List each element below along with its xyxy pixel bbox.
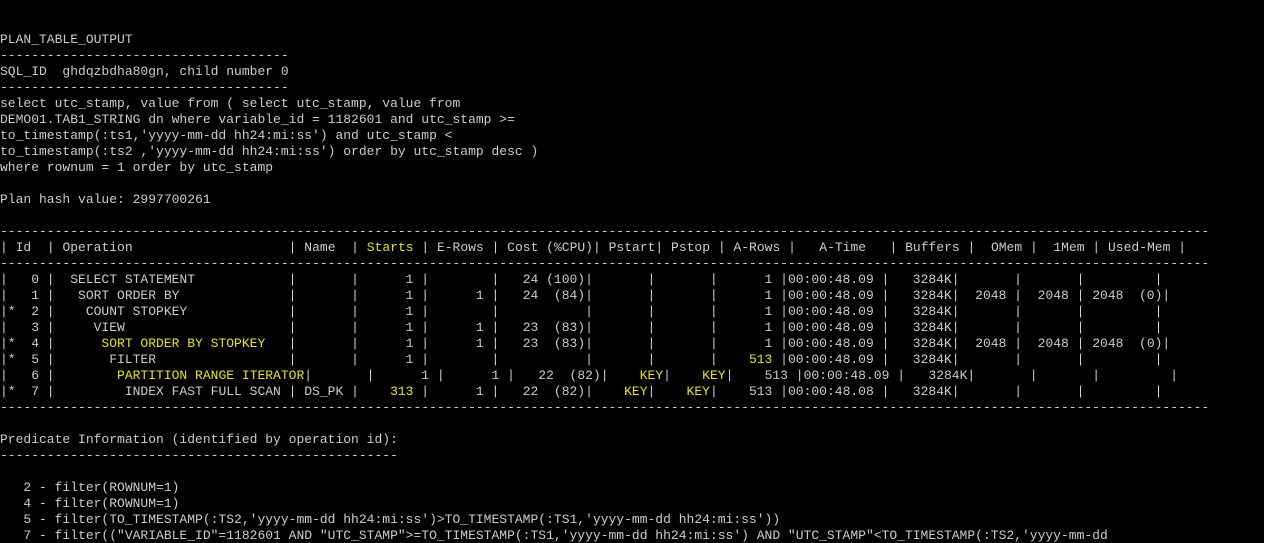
op-cell: COUNT STOPKEY [70,304,288,319]
starts-cell: 1 [382,368,429,383]
pstart-cell: KEY [616,368,663,383]
plan-table-title: PLAN_TABLE_OUTPUT [0,32,133,47]
op-cell: VIEW [70,320,288,335]
col-1mem: 1Mem [1053,240,1084,255]
col-starts: Starts [367,240,414,255]
col-cost: Cost (%CPU) [507,240,593,255]
pstop-cell: KEY [663,384,710,399]
col-operation: Operation [62,240,132,255]
op-cell: SORT ORDER BY [70,288,288,303]
starts-cell: 1 [367,272,414,287]
predicate-line: 2 - filter(ROWNUM=1) [0,480,179,495]
op-cell: INDEX FAST FULL SCAN [70,384,288,399]
arows-cell: 513 [726,352,773,367]
col-omem: OMem [991,240,1022,255]
table-border: ----------------------------------------… [0,256,1209,271]
col-arows: A-Rows [733,240,780,255]
col-name: Name [304,240,335,255]
starts-cell: 1 [367,288,414,303]
table-border: ----------------------------------------… [0,400,1209,415]
predicate-line: 4 - filter(ROWNUM=1) [0,496,179,511]
starts-cell: 313 [367,384,414,399]
terminal-output: PLAN_TABLE_OUTPUT ----------------------… [0,32,1264,543]
sql-text-line: to_timestamp(:ts1,'yyyy-mm-dd hh24:mi:ss… [0,128,452,143]
starts-cell: 1 [367,304,414,319]
sql-text-line: DEMO01.TAB1_STRING dn where variable_id … [0,112,515,127]
pstop-cell: KEY [679,368,726,383]
plan-hash-value: Plan hash value: 2997700261 [0,192,211,207]
predicate-line: 7 - filter(("VARIABLE_ID"=1182601 AND "U… [0,528,1108,543]
separator: ------------------------------------- [0,80,289,95]
col-id: Id [16,240,32,255]
separator: ------------------------------------- [0,48,289,63]
op-cell: SELECT STATEMENT [70,272,288,287]
sql-text-line: select utc_stamp, value from ( select ut… [0,96,460,111]
sql-id-line: SQL_ID ghdqzbdha80gn, child number 0 [0,64,289,79]
op-cell: FILTER [70,352,288,367]
predicate-header: Predicate Information (identified by ope… [0,432,398,447]
col-atime: A-Time [819,240,866,255]
starts-cell: 1 [367,336,414,351]
op-cell: SORT ORDER BY STOPKEY [70,336,265,351]
col-pstart: Pstart [609,240,656,255]
sql-text-line: where rownum = 1 order by utc_stamp [0,160,273,175]
sql-text-line: to_timestamp(:ts2 ,'yyyy-mm-dd hh24:mi:s… [0,144,538,159]
starts-cell: 1 [367,320,414,335]
col-used-mem: Used-Mem [1108,240,1170,255]
op-cell: PARTITION RANGE ITERATOR [70,368,304,383]
separator: ----------------------------------------… [0,448,398,463]
col-buffers: Buffers [905,240,960,255]
col-erows: E-Rows [437,240,484,255]
starts-cell: 1 [367,352,414,367]
pstart-cell: KEY [601,384,648,399]
col-pstop: Pstop [671,240,710,255]
predicate-line: 5 - filter(TO_TIMESTAMP(:TS2,'yyyy-mm-dd… [0,512,780,527]
table-border: ----------------------------------------… [0,224,1209,239]
